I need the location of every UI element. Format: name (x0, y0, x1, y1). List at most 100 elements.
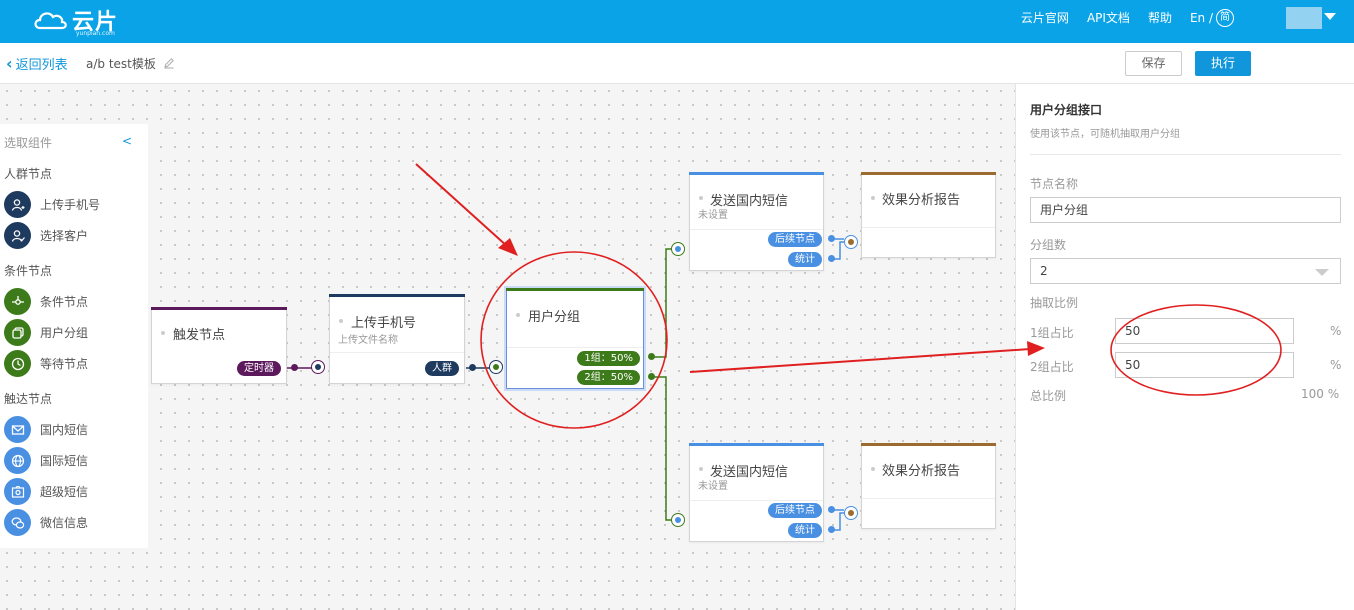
group-2-output[interactable]: 2组：50% (577, 370, 640, 385)
node-divider (507, 347, 643, 348)
node-title: 用户分组 (528, 310, 581, 325)
chevron-down-icon[interactable] (1324, 13, 1336, 20)
top-bar: 云片 yunpian.com 云片官网 API文档 帮助 En / 简 (0, 0, 1354, 43)
node-title: 效果分析报告 (882, 464, 961, 479)
mail-icon (4, 416, 31, 443)
input-port[interactable] (311, 360, 325, 374)
output-dot (648, 373, 655, 380)
component-palette: 选取组件 < 人群节点 上传手机号 选择客户 条件节点 条件节点 用户分组 等待… (0, 124, 148, 548)
node-divider (330, 352, 464, 353)
palette-item-label: 国际短信 (40, 454, 89, 468)
group-count-select[interactable]: 2 (1030, 258, 1341, 284)
palette-item-user-group[interactable]: 用户分组 (4, 319, 88, 346)
wechat-icon (4, 509, 31, 536)
template-name: a/b test模板 (86, 57, 156, 71)
chevron-left-icon: ‹ (6, 54, 13, 73)
input-port[interactable] (671, 513, 685, 527)
input-port[interactable] (671, 242, 685, 256)
group-2-ratio-label: 2组占比 (1030, 360, 1074, 374)
node-user-group[interactable]: 用户分组 1组：50% 2组：50% (506, 288, 644, 389)
property-panel: 用户分组接口 使用该节点，可随机抽取用户分组 节点名称 用户分组 分组数 2 抽… (1015, 84, 1354, 610)
user-check-icon (4, 222, 31, 249)
run-button[interactable]: 执行 (1195, 51, 1251, 76)
image-icon (4, 478, 31, 505)
node-top-bar (861, 443, 996, 446)
palette-item-label: 选择客户 (40, 229, 89, 243)
group-2-ratio-input[interactable]: 50 (1115, 352, 1294, 378)
nav-api-docs[interactable]: API文档 (1087, 9, 1130, 27)
output-dot (828, 235, 835, 242)
ratio-label: 抽取比例 (1030, 296, 1079, 310)
clock-icon (4, 350, 31, 377)
back-link[interactable]: ‹ 返回列表 (6, 54, 68, 73)
input-port[interactable] (844, 506, 858, 520)
next-node-output[interactable]: 后续节点 (768, 503, 822, 518)
input-port[interactable] (844, 235, 858, 249)
palette-title: 选取组件 (4, 136, 53, 150)
lang-cn: 简 (1216, 9, 1234, 27)
node-domestic-sms-1[interactable]: 发送国内短信 未设置 后续节点 统计 (689, 172, 824, 271)
palette-item-intl-sms[interactable]: 国际短信 (4, 447, 88, 474)
group-1-ratio-input[interactable]: 50 (1115, 318, 1294, 344)
group-2-ratio-unit: % (1330, 358, 1342, 372)
palette-item-label: 超级短信 (40, 485, 89, 499)
chevron-down-icon (1315, 269, 1329, 276)
palette-item-condition[interactable]: 条件节点 (4, 288, 88, 315)
palette-item-wechat[interactable]: 微信信息 (4, 509, 88, 536)
nav-help[interactable]: 帮助 (1148, 9, 1172, 27)
palette-item-wait[interactable]: 等待节点 (4, 350, 88, 377)
node-top-bar (506, 288, 644, 291)
language-switch[interactable]: En / 简 (1190, 9, 1234, 27)
palette-item-upload-phone[interactable]: 上传手机号 (4, 191, 100, 218)
node-subtitle: 未设置 (698, 481, 728, 492)
node-title: 效果分析报告 (882, 193, 961, 208)
group-1-output[interactable]: 1组：50% (577, 351, 640, 366)
logo[interactable]: 云片 yunpian.com (32, 4, 118, 37)
palette-collapse-button[interactable]: < (122, 134, 132, 148)
edit-pencil-icon[interactable] (163, 57, 175, 69)
node-bullet (871, 196, 875, 200)
next-node-output[interactable]: 后续节点 (768, 232, 822, 247)
node-top-bar (151, 307, 287, 310)
palette-item-label: 等待节点 (40, 357, 89, 371)
top-nav: 云片官网 API文档 帮助 En / 简 (1021, 9, 1234, 27)
palette-item-label: 条件节点 (40, 295, 89, 309)
node-divider (862, 227, 995, 228)
nav-official-site[interactable]: 云片官网 (1021, 9, 1069, 27)
node-title: 上传手机号 (351, 316, 417, 331)
avatar[interactable] (1286, 7, 1322, 29)
node-trigger[interactable]: 触发节点 定时器 (151, 307, 287, 384)
node-report-2[interactable]: 效果分析报告 (861, 443, 996, 529)
output-badge[interactable]: 定时器 (237, 361, 281, 376)
palette-item-super-sms[interactable]: 超级短信 (4, 478, 88, 505)
group-count-value: 2 (1040, 264, 1048, 278)
node-subtitle: 上传文件名称 (338, 335, 398, 346)
node-bullet (699, 467, 703, 471)
stats-output[interactable]: 统计 (788, 523, 822, 538)
input-port[interactable] (489, 360, 503, 374)
node-bullet (339, 319, 343, 323)
node-upload-phone[interactable]: 上传手机号 上传文件名称 人群 (329, 294, 465, 384)
palette-item-select-customer[interactable]: 选择客户 (4, 222, 88, 249)
logo-sub: yunpian.com (76, 30, 115, 37)
output-dot (469, 364, 476, 371)
node-domestic-sms-2[interactable]: 发送国内短信 未设置 后续节点 统计 (689, 443, 824, 542)
back-label: 返回列表 (15, 58, 68, 73)
palette-item-domestic-sms[interactable]: 国内短信 (4, 416, 88, 443)
output-dot (828, 526, 835, 533)
panel-title: 用户分组接口 (1030, 103, 1103, 117)
stats-output[interactable]: 统计 (788, 252, 822, 267)
palette-section-reach: 触达节点 (4, 392, 53, 406)
node-top-bar (689, 443, 824, 446)
node-report-1[interactable]: 效果分析报告 (861, 172, 996, 258)
save-button[interactable]: 保存 (1125, 51, 1182, 76)
condition-icon (4, 288, 31, 315)
output-dot (828, 255, 835, 262)
globe-icon (4, 447, 31, 474)
cloud-logo-icon (34, 12, 67, 30)
user-add-icon (4, 191, 31, 218)
node-bullet (871, 467, 875, 471)
panel-divider (1030, 154, 1341, 155)
node-name-input[interactable]: 用户分组 (1030, 197, 1341, 223)
output-badge[interactable]: 人群 (425, 361, 459, 376)
